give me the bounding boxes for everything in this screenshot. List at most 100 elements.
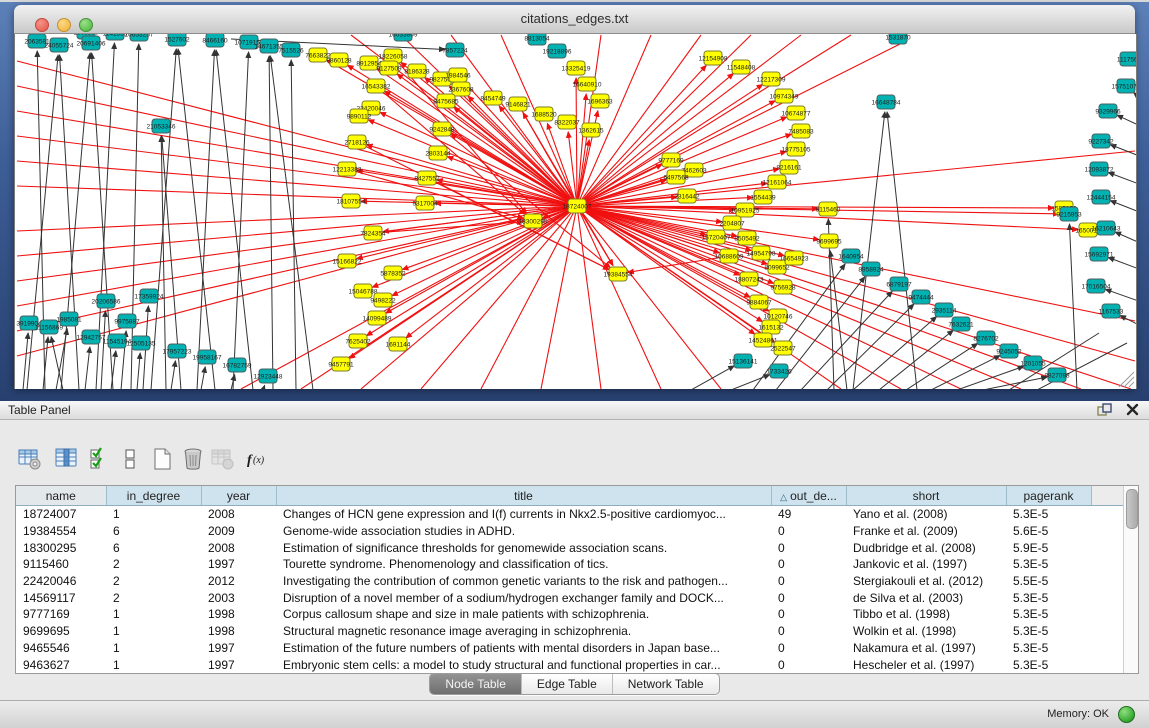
graph-node[interactable]: 5878352	[380, 266, 406, 280]
clear-selection-icon[interactable]	[116, 445, 144, 473]
graph-node[interactable]: 9146821	[505, 97, 531, 111]
table-scrollbar[interactable]	[1123, 486, 1138, 673]
column-header-in_degree[interactable]: in_degree	[106, 486, 201, 506]
function-builder-icon[interactable]: f(x)	[243, 445, 271, 473]
graph-node[interactable]: 9127509	[376, 61, 402, 75]
table-row[interactable]: 2242004622012Investigating the contribut…	[16, 573, 1123, 590]
graph-node[interactable]: 1527602	[164, 34, 190, 46]
graph-node[interactable]: 12444154	[1087, 190, 1116, 204]
graph-node[interactable]: 6497568	[663, 170, 689, 184]
graph-node[interactable]: 1117561	[1117, 52, 1137, 66]
graph-node[interactable]: 17957223	[163, 344, 192, 358]
graph-node[interactable]: 21053346	[147, 119, 176, 133]
graph-node[interactable]: 12093872	[1085, 162, 1114, 176]
graph-node[interactable]: 13325419	[562, 61, 591, 75]
network-canvas[interactable]: 1872400718300295193845542063581240557241…	[14, 34, 1137, 389]
graph-node[interactable]: 1167533	[1099, 304, 1124, 318]
graph-node[interactable]: 18807243	[735, 272, 764, 286]
graph-node[interactable]: 8186328	[404, 64, 430, 78]
graph-node[interactable]: 1531870	[885, 34, 911, 44]
graph-node[interactable]: 9115460	[816, 202, 841, 216]
graph-node[interactable]: 9227342	[1088, 134, 1114, 148]
graph-node[interactable]: 12923448	[254, 369, 283, 383]
new-column-icon[interactable]	[149, 445, 177, 473]
column-header-short[interactable]: short	[846, 486, 1006, 506]
table-row[interactable]: 977716911998Corpus callosum shape and si…	[16, 606, 1123, 623]
memory-status-indicator[interactable]	[1118, 706, 1135, 723]
graph-node[interactable]: 19218896	[543, 44, 572, 58]
graph-node[interactable]: 7625402	[345, 334, 371, 348]
graph-node[interactable]: 1733426	[766, 364, 792, 378]
graph-node[interactable]: 1640954	[838, 249, 864, 263]
graph-node[interactable]: 9245052	[996, 344, 1022, 358]
graph-node[interactable]: 8475685	[433, 94, 459, 108]
graph-node[interactable]: 9756928	[770, 280, 796, 294]
graph-node[interactable]: 9975887	[114, 314, 140, 328]
table-scrollbar-thumb[interactable]	[1126, 489, 1138, 529]
graph-node[interactable]: 19958167	[193, 350, 222, 364]
graph-node[interactable]: 9884067	[746, 295, 772, 309]
graph-node[interactable]: 1985081	[56, 312, 82, 326]
table-row[interactable]: 911546021997Tourette syndrome. Phenomeno…	[16, 556, 1123, 573]
column-header-out_de[interactable]: △out_de...	[771, 486, 846, 506]
table-options-icon[interactable]	[16, 445, 44, 473]
delete-table-icon[interactable]	[209, 445, 237, 473]
graph-node[interactable]: 9777169	[658, 153, 684, 167]
graph-node[interactable]: 9317004	[412, 196, 438, 210]
graph-node[interactable]: 8958924	[858, 262, 884, 276]
graph-node[interactable]: 7824354	[360, 226, 386, 240]
table-row[interactable]: 946554611997Estimation of the future num…	[16, 640, 1123, 657]
graph-node[interactable]: 8454749	[480, 91, 506, 105]
graph-node[interactable]: 8813054	[524, 34, 550, 45]
float-panel-icon[interactable]	[1097, 403, 1112, 416]
graph-node[interactable]: 1554439	[750, 190, 776, 204]
graph-node[interactable]: 18775105	[782, 142, 811, 156]
graph-node[interactable]: 9474444	[908, 290, 934, 304]
window-titlebar[interactable]: citations_edges.txt	[14, 5, 1135, 34]
graph-node[interactable]: 12154908	[699, 51, 728, 65]
graph-node[interactable]: 15136141	[729, 354, 758, 368]
graph-node[interactable]: 1615132	[758, 320, 784, 334]
table-row[interactable]: 1872400712008Changes of HCN gene express…	[16, 506, 1123, 523]
graph-node[interactable]: 9699695	[816, 234, 842, 248]
graph-node[interactable]: 8427552	[414, 171, 440, 185]
graph-node[interactable]: 7632621	[948, 317, 974, 331]
graph-node[interactable]: 12213383	[333, 162, 362, 176]
table-row[interactable]: 969969511998Structural magnetic resonanc…	[16, 623, 1123, 640]
graph-node[interactable]: 8276702	[973, 331, 999, 345]
column-header-name[interactable]: name	[16, 486, 106, 506]
graph-node[interactable]: 2316442	[674, 189, 700, 203]
graph-node[interactable]: 9457791	[328, 357, 354, 371]
graph-node[interactable]: 9329966	[1095, 104, 1121, 118]
close-panel-icon[interactable]	[1126, 403, 1139, 416]
tab-node-table[interactable]: Node Table	[430, 674, 521, 694]
graph-node[interactable]: 8216161	[776, 160, 802, 174]
graph-node[interactable]: 10653257	[125, 34, 154, 41]
table-row[interactable]: 946362711997Embryonic stem cells: a mode…	[16, 656, 1123, 673]
graph-node[interactable]: 17016504	[1082, 279, 1111, 293]
graph-node[interactable]: 17359924	[135, 289, 164, 303]
graph-node[interactable]: 16033809	[389, 34, 418, 41]
graph-node[interactable]: 2935114	[932, 303, 957, 317]
row-selection-icon[interactable]	[86, 445, 114, 473]
graph-node[interactable]: 16782759	[223, 358, 252, 372]
graph-node[interactable]: 1691144	[386, 337, 411, 351]
graph-node[interactable]: 20206586	[92, 294, 121, 308]
graph-node[interactable]: 9242848	[429, 122, 455, 136]
graph-node[interactable]: 9890112	[347, 109, 372, 123]
column-header-year[interactable]: year	[201, 486, 276, 506]
graph-node[interactable]: 15751074	[1112, 79, 1137, 93]
graph-node[interactable]: 12942757	[77, 330, 106, 344]
graph-node[interactable]: 7515526	[278, 43, 304, 57]
graph-node[interactable]: 16543382	[362, 79, 391, 93]
delete-column-icon[interactable]	[179, 445, 207, 473]
graph-node[interactable]: 6879197	[886, 277, 912, 291]
graph-node[interactable]: 9498222	[370, 293, 396, 307]
graph-node[interactable]: 2522547	[770, 341, 796, 355]
table-row[interactable]: 1830029562008Estimation of significance …	[16, 539, 1123, 556]
graph-node[interactable]: 8322037	[554, 115, 580, 129]
graph-node[interactable]: 2803144	[425, 146, 451, 160]
graph-node[interactable]: 15046788	[349, 284, 378, 298]
graph-node[interactable]: 1984546	[445, 68, 471, 82]
graph-node[interactable]: 18107554	[337, 194, 366, 208]
